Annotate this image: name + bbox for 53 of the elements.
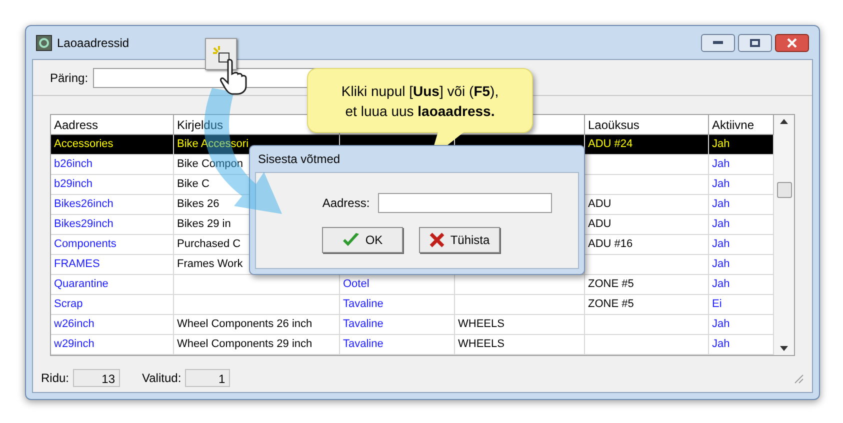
table-cell-text: w26inch xyxy=(54,317,94,332)
table-cell-text: ADU #16 xyxy=(588,237,633,252)
table-cell-text: Jah xyxy=(712,337,730,352)
query-label: Päring: xyxy=(50,70,88,86)
table-cell-text: Wheel Components 29 inch xyxy=(177,337,312,352)
address-label: Aadress: xyxy=(322,195,370,212)
table-cell-text: ADU xyxy=(588,217,612,232)
selected-label: Valitud: xyxy=(142,370,182,387)
table-cell-text: Ootel xyxy=(343,277,370,292)
table-cell-text: WHEELS xyxy=(458,317,504,332)
table-cell-text: Bikes 29 in xyxy=(177,217,231,232)
table-cell-text: Frames Work xyxy=(177,257,243,272)
table-cell-text: b26inch xyxy=(54,157,93,172)
table-cell-text: Scrap xyxy=(54,297,83,312)
table-cell-text: Jah xyxy=(712,317,730,332)
callout-text: Kliki nupul [Uus] või (F5), xyxy=(341,82,499,100)
dialog-title: Sisesta võtmed xyxy=(257,151,342,168)
table-cell-text: Jah xyxy=(712,217,730,232)
table-cell-text: WHEELS xyxy=(458,337,504,352)
table-cell-text: Components xyxy=(54,237,116,252)
rows-count: 13 xyxy=(73,369,120,387)
table-cell-text: Jah xyxy=(712,197,730,212)
table-cell-text: Wheel Components 26 inch xyxy=(177,317,312,332)
callout-text: et luua uus laoaadress. xyxy=(345,102,495,120)
table-cell-text: Quarantine xyxy=(54,277,108,292)
table-cell-text: ADU #24 xyxy=(588,137,633,152)
table-cell-text: Tavaline xyxy=(343,337,384,352)
table-cell-text: Tavaline xyxy=(343,297,384,312)
table-cell-text: Purchased C xyxy=(177,237,241,252)
table-cell-text: Accessories xyxy=(54,137,114,152)
table-cell-text: Jah xyxy=(712,137,730,152)
table-cell-text: Jah xyxy=(712,277,730,292)
table-cell-text: Bikes26inch xyxy=(54,197,114,212)
table-cell-text: Bike C xyxy=(177,177,210,192)
table-cell-text: Bike Accessori xyxy=(177,137,249,152)
selected-count: 1 xyxy=(185,369,230,387)
table-cell-text: ZONE #5 xyxy=(588,277,634,292)
table-cell-text: Jah xyxy=(712,177,730,192)
table-cell-text: Bikes 26 xyxy=(177,197,220,212)
table-cell-text: b29inch xyxy=(54,177,93,192)
table-cell-text: Ei xyxy=(712,297,722,312)
table-cell-text: ZONE #5 xyxy=(588,297,634,312)
table-cell-text: w29inch xyxy=(54,337,94,352)
table-cell-text: ADU xyxy=(588,197,612,212)
table-cell-text: Bikes29inch xyxy=(54,217,114,232)
table-cell-text: FRAMES xyxy=(54,257,100,272)
window-title: Laoaadressid xyxy=(57,34,130,52)
table-cell-text: Tavaline xyxy=(343,317,384,332)
table-cell-text: Jah xyxy=(712,257,730,272)
table-cell-text: Jah xyxy=(712,237,730,252)
rows-label: Ridu: xyxy=(41,370,70,387)
table-cell-text: Bike Compon xyxy=(177,157,244,172)
table-cell-text: Jah xyxy=(712,157,730,172)
